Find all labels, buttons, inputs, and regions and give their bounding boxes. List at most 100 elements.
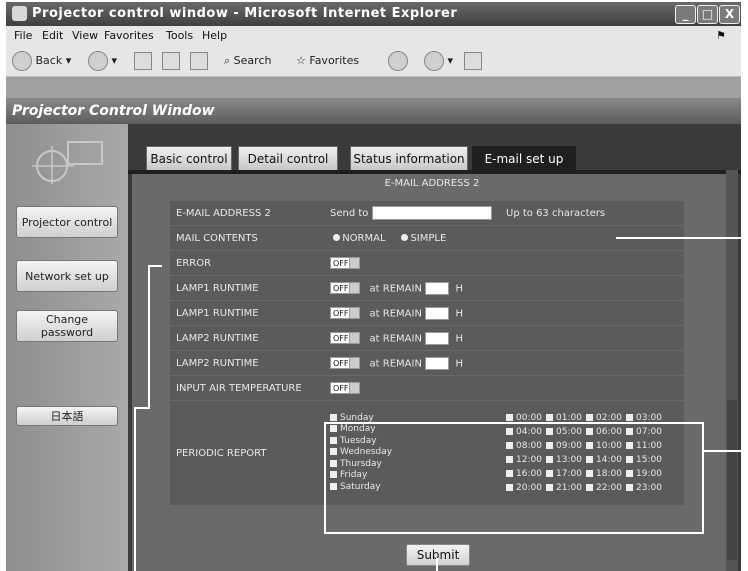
home-button[interactable] bbox=[190, 51, 208, 71]
remain-hours-input[interactable] bbox=[425, 331, 450, 345]
day-checkbox[interactable] bbox=[330, 459, 337, 467]
menu-tools[interactable]: Tools bbox=[166, 26, 193, 46]
hour-option[interactable]: 23:00 bbox=[626, 483, 666, 494]
hour-option[interactable]: 07:00 bbox=[626, 427, 666, 438]
day-checkbox[interactable] bbox=[330, 448, 337, 456]
hour-option[interactable]: 10:00 bbox=[586, 441, 626, 452]
hour-checkbox[interactable] bbox=[586, 483, 593, 491]
hour-option[interactable]: 17:00 bbox=[546, 469, 586, 480]
sidebar-item-network-set-up[interactable]: Network set up bbox=[16, 260, 118, 292]
close-button[interactable]: X bbox=[719, 5, 740, 24]
hour-checkbox[interactable] bbox=[626, 441, 633, 449]
hour-checkbox[interactable] bbox=[546, 483, 553, 491]
scrollbar-thumb[interactable] bbox=[727, 400, 737, 560]
day-option[interactable]: Monday bbox=[330, 424, 494, 436]
hour-checkbox[interactable] bbox=[506, 427, 513, 435]
hour-checkbox[interactable] bbox=[506, 469, 513, 477]
hour-checkbox[interactable] bbox=[586, 455, 593, 463]
hour-checkbox[interactable] bbox=[546, 469, 553, 477]
day-option[interactable]: Friday bbox=[330, 470, 494, 482]
hour-option[interactable]: 06:00 bbox=[586, 427, 626, 438]
air-temperature-select[interactable]: OFF bbox=[330, 382, 360, 394]
hour-checkbox[interactable] bbox=[546, 427, 553, 435]
forward-button[interactable]: ▾ bbox=[88, 51, 117, 71]
day-checkbox[interactable] bbox=[330, 436, 337, 444]
day-checkbox[interactable] bbox=[330, 482, 337, 490]
menu-view[interactable]: View bbox=[72, 26, 98, 46]
hour-option[interactable]: 15:00 bbox=[626, 455, 666, 466]
hour-option[interactable]: 14:00 bbox=[586, 455, 626, 466]
lamp2-runtime-select[interactable]: OFF bbox=[330, 357, 360, 369]
menu-file[interactable]: File bbox=[14, 26, 32, 46]
lamp1-runtime-select[interactable]: OFF bbox=[330, 307, 360, 319]
lamp2-runtime-select[interactable]: OFF bbox=[330, 332, 360, 344]
hour-option[interactable]: 18:00 bbox=[586, 469, 626, 480]
day-checkbox[interactable] bbox=[330, 425, 337, 433]
hour-option[interactable]: 09:00 bbox=[546, 441, 586, 452]
hour-checkbox[interactable] bbox=[586, 413, 593, 421]
hour-checkbox[interactable] bbox=[506, 455, 513, 463]
tab-status-information[interactable]: Status information bbox=[350, 146, 468, 170]
menu-favorites[interactable]: Favorites bbox=[104, 26, 154, 46]
normal-radio[interactable] bbox=[333, 234, 341, 241]
hour-checkbox[interactable] bbox=[546, 455, 553, 463]
day-option[interactable]: Saturday bbox=[330, 482, 494, 494]
hour-checkbox[interactable] bbox=[506, 483, 513, 491]
simple-radio[interactable] bbox=[401, 234, 409, 241]
sidebar-item-projector-control[interactable]: Projector control bbox=[16, 206, 118, 238]
hour-checkbox[interactable] bbox=[586, 427, 593, 435]
submit-button[interactable]: Submit bbox=[406, 544, 470, 566]
hour-option[interactable]: 13:00 bbox=[546, 455, 586, 466]
hour-checkbox[interactable] bbox=[626, 483, 633, 491]
tab-email-set-up[interactable]: E-mail set up bbox=[472, 146, 576, 170]
hour-option[interactable]: 08:00 bbox=[506, 441, 546, 452]
hour-option[interactable]: 04:00 bbox=[506, 427, 546, 438]
hour-checkbox[interactable] bbox=[506, 441, 513, 449]
hour-option[interactable]: 20:00 bbox=[506, 483, 546, 494]
hour-checkbox[interactable] bbox=[546, 441, 553, 449]
refresh-button[interactable] bbox=[162, 51, 180, 71]
remain-hours-input[interactable] bbox=[425, 306, 450, 320]
hour-option[interactable]: 05:00 bbox=[546, 427, 586, 438]
menu-edit[interactable]: Edit bbox=[42, 26, 63, 46]
day-checkbox[interactable] bbox=[330, 471, 337, 479]
menu-help[interactable]: Help bbox=[202, 26, 227, 46]
email-address-input[interactable] bbox=[371, 206, 492, 220]
hour-checkbox[interactable] bbox=[546, 413, 553, 421]
hour-option[interactable]: 22:00 bbox=[586, 483, 626, 494]
hour-checkbox[interactable] bbox=[626, 427, 633, 435]
day-option[interactable]: Wednesday bbox=[330, 447, 494, 459]
hour-checkbox[interactable] bbox=[506, 413, 513, 421]
hour-checkbox[interactable] bbox=[626, 413, 633, 421]
print-button[interactable] bbox=[464, 51, 482, 71]
history-button[interactable] bbox=[388, 51, 408, 71]
hour-checkbox[interactable] bbox=[626, 469, 633, 477]
maximize-button[interactable]: □ bbox=[697, 5, 718, 24]
remain-hours-input[interactable] bbox=[425, 281, 450, 295]
hour-option[interactable]: 21:00 bbox=[546, 483, 586, 494]
error-select[interactable]: OFF bbox=[330, 257, 360, 269]
sidebar-item-japanese[interactable]: 日本語 bbox=[16, 406, 118, 426]
vertical-scrollbar[interactable] bbox=[726, 170, 738, 571]
remain-hours-input[interactable] bbox=[425, 356, 450, 370]
back-button[interactable]: Back ▾ bbox=[12, 51, 71, 71]
lamp1-runtime-select[interactable]: OFF bbox=[330, 282, 360, 294]
hour-checkbox[interactable] bbox=[626, 455, 633, 463]
hour-option[interactable]: 11:00 bbox=[626, 441, 666, 452]
favorites-button[interactable]: ☆ Favorites bbox=[296, 51, 359, 71]
day-checkbox[interactable] bbox=[330, 413, 337, 421]
tab-basic-control[interactable]: Basic control bbox=[146, 146, 232, 170]
day-option[interactable]: Tuesday bbox=[330, 436, 494, 448]
search-button[interactable]: ⌕ Search bbox=[224, 51, 271, 71]
hour-option[interactable]: 19:00 bbox=[626, 469, 666, 480]
sidebar-item-change-password[interactable]: Change password bbox=[16, 310, 118, 342]
hour-option[interactable]: 16:00 bbox=[506, 469, 546, 480]
hour-checkbox[interactable] bbox=[586, 441, 593, 449]
minimize-button[interactable]: _ bbox=[675, 5, 696, 24]
hour-checkbox[interactable] bbox=[586, 469, 593, 477]
tab-detail-control[interactable]: Detail control bbox=[238, 146, 338, 170]
hour-option[interactable]: 12:00 bbox=[506, 455, 546, 466]
day-option[interactable]: Thursday bbox=[330, 459, 494, 471]
mail-button[interactable]: ▾ bbox=[424, 51, 453, 71]
stop-button[interactable] bbox=[134, 51, 152, 71]
